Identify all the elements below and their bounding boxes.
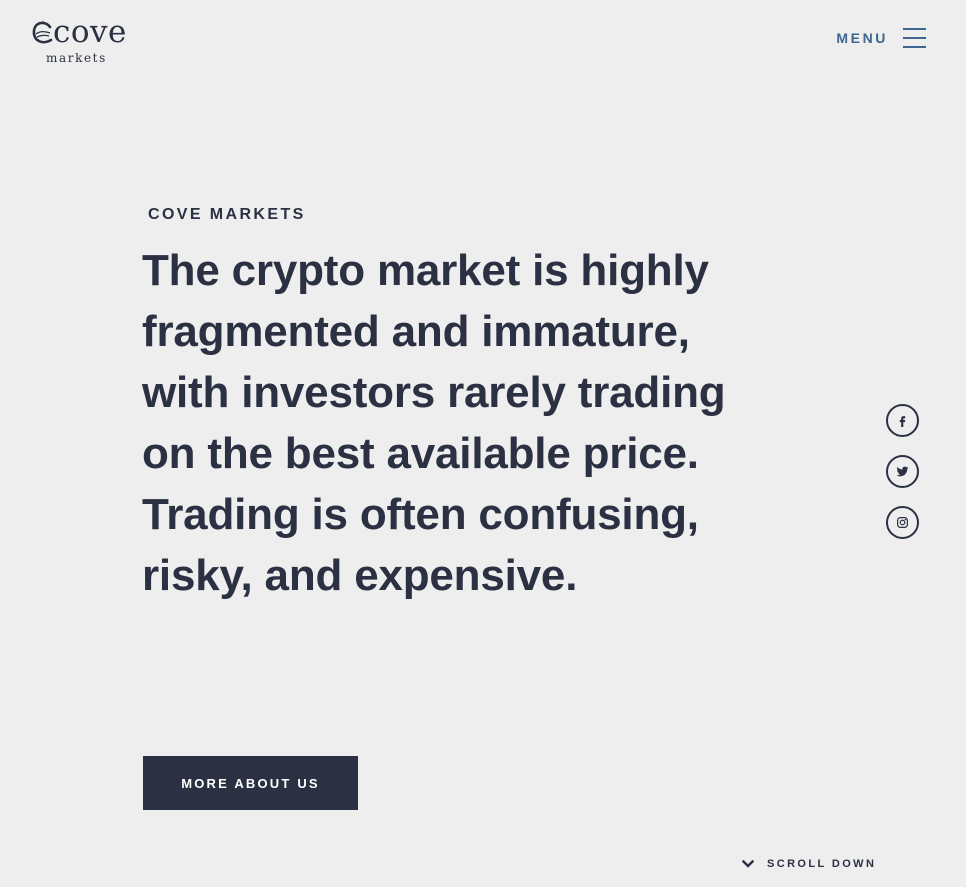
twitter-link[interactable] <box>886 455 919 488</box>
instagram-link[interactable] <box>886 506 919 539</box>
hero-headline: The crypto market is highly fragmented a… <box>142 246 726 600</box>
more-about-us-button[interactable]: MORE ABOUT US <box>143 756 358 810</box>
logo-mark-icon <box>32 20 53 44</box>
chevron-down-icon <box>742 860 754 868</box>
logo-wordmark: cove <box>53 14 127 50</box>
instagram-icon <box>897 517 908 528</box>
hamburger-line <box>903 37 926 39</box>
hamburger-icon <box>903 28 926 48</box>
scroll-down-link[interactable]: SCROLL DOWN <box>742 858 876 870</box>
twitter-icon <box>896 466 909 477</box>
hamburger-line <box>903 28 926 30</box>
menu-label: MENU <box>836 30 888 46</box>
logo[interactable]: cove markets <box>31 14 127 68</box>
menu-button[interactable]: MENU <box>836 28 926 48</box>
hamburger-line <box>903 46 926 48</box>
social-links <box>886 404 919 539</box>
facebook-icon <box>899 416 906 427</box>
hero-eyebrow: COVE MARKETS <box>148 206 306 223</box>
scroll-down-label: SCROLL DOWN <box>767 858 877 870</box>
logo-subtitle: markets <box>46 51 107 65</box>
facebook-link[interactable] <box>886 404 919 437</box>
